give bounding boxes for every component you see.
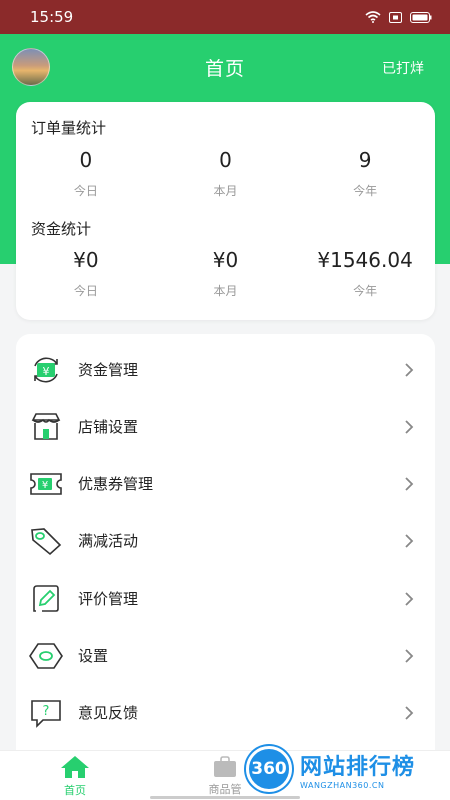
status-time: 15:59 [30,8,74,26]
wifi-icon [365,11,381,23]
watermark: 360 网站排行榜 WANGZHAN360.CN [246,738,446,800]
feedback-icon: ? [28,695,64,731]
stat-label: 本月 [213,284,238,298]
svg-text:¥: ¥ [42,480,48,491]
chevron-right-icon [405,533,414,548]
home-icon [61,755,89,778]
order-stat-year: 9 今年 [295,150,435,199]
shop-icon [28,409,64,445]
goods-bag-icon [214,755,236,777]
watermark-subtitle: WANGZHAN360.CN [300,780,385,790]
menu-item-label: 优惠券管理 [78,475,154,493]
watermark-title: 网站排行榜 [300,754,416,780]
fund-stat-year: ¥1546.04 今年 [295,250,435,299]
stat-label: 今日 [73,184,98,198]
app-header: 首页 已打烊 [0,34,450,100]
chevron-right-icon [405,419,414,434]
status-bar: 15:59 [0,0,450,34]
svg-text:¥: ¥ [43,365,50,378]
coupon-icon: ¥ [28,466,64,502]
menu-item-coupons[interactable]: ¥ 优惠券管理 [16,455,435,512]
menu-item-feedback[interactable]: ? 意见反馈 [16,684,435,741]
fund-stats-title: 资金统计 [31,220,92,238]
home-indicator [150,796,300,799]
menu-item-label: 满减活动 [78,532,139,550]
menu-item-label: 资金管理 [78,361,139,379]
tab-label: 商品管 [208,782,242,796]
avatar[interactable] [12,48,50,86]
stat-value: 0 [219,148,232,172]
fund-stats-row: ¥0 今日 ¥0 本月 ¥1546.04 今年 [16,250,435,299]
chevron-right-icon [405,591,414,606]
fund-stat-today: ¥0 今日 [16,250,156,299]
menu-item-promotions[interactable]: 满减活动 [16,512,435,569]
order-stat-month: 0 本月 [156,150,296,199]
battery-icon [410,11,432,23]
sim-icon [389,11,402,23]
stat-value: 0 [79,148,93,172]
svg-text:?: ? [43,704,50,719]
fund-stat-month: ¥0 本月 [156,250,296,299]
menu-item-label: 评价管理 [78,590,139,608]
tab-home[interactable]: 首页 [30,751,120,800]
stat-label: 今年 [353,184,378,198]
stat-value: ¥0 [73,248,99,272]
order-stats-title: 订单量统计 [31,119,107,137]
menu-item-funds[interactable]: ¥ 资金管理 [16,341,435,398]
settings-hex-icon [28,638,64,674]
chevron-right-icon [405,705,414,720]
tab-label: 首页 [64,783,86,797]
chevron-right-icon [405,362,414,377]
stat-value: ¥1546.04 [317,248,413,272]
chevron-right-icon [405,648,414,663]
menu-card: ¥ 资金管理 店铺设置 ¥ 优惠券管理 满减活动 评价管理 设置 ? 意见反馈 [16,334,435,750]
watermark-text: 网站排行榜 WANGZHAN360.CN [300,749,415,790]
order-stat-today: 0 今日 [16,150,156,199]
watermark-badge: 360 [246,746,292,792]
stat-label: 今年 [353,284,378,298]
stat-value: ¥0 [212,248,239,272]
store-status-button[interactable]: 已打烊 [382,58,424,78]
menu-item-reviews[interactable]: 评价管理 [16,570,435,627]
review-edit-icon [28,581,64,617]
menu-item-label: 设置 [78,647,109,665]
status-icons [365,11,432,23]
chevron-right-icon [405,476,414,491]
stat-label: 今日 [73,284,98,298]
menu-item-settings[interactable]: 设置 [16,627,435,684]
stats-card: 订单量统计 0 今日 0 本月 9 今年 资金统计 ¥0 今日 ¥0 本月 ¥1… [16,102,435,320]
order-stats-row: 0 今日 0 本月 9 今年 [16,150,435,199]
menu-item-shop-settings[interactable]: 店铺设置 [16,398,435,455]
money-cycle-icon: ¥ [28,352,64,388]
stat-label: 本月 [213,184,238,198]
tag-icon [28,523,64,559]
menu-item-label: 店铺设置 [78,418,139,436]
page-title: 首页 [204,57,245,80]
menu-item-label: 意见反馈 [78,704,139,722]
stat-value: 9 [358,148,372,172]
